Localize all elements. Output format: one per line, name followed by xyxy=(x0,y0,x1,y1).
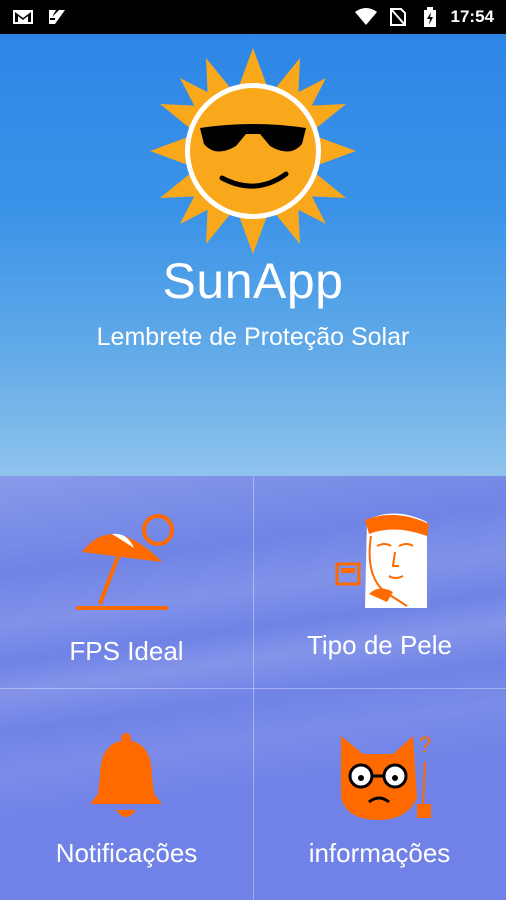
bell-icon xyxy=(88,732,164,829)
menu-item-fps-ideal[interactable]: FPS Ideal xyxy=(0,476,253,688)
menu-item-notificacoes[interactable]: Notificações xyxy=(0,688,253,900)
no-sim-icon xyxy=(387,7,409,27)
grid-divider-horizontal xyxy=(0,688,506,689)
gmail-icon xyxy=(12,7,34,27)
cat-glasses-icon: ? xyxy=(337,732,437,829)
menu-item-label: Notificações xyxy=(55,838,198,868)
menu-item-informacoes[interactable]: ? informações xyxy=(253,688,506,900)
battery-charging-icon xyxy=(419,7,441,27)
sun-with-sunglasses-icon xyxy=(148,46,358,256)
notification-icon xyxy=(46,7,68,27)
menu-item-label: FPS Ideal xyxy=(69,636,184,666)
menu-grid: FPS Ideal Tipo de Pele Notificações ? in… xyxy=(0,476,506,900)
menu-item-tipo-de-pele[interactable]: Tipo de Pele xyxy=(253,476,506,688)
menu-item-label: Tipo de Pele xyxy=(306,630,453,660)
app-title: SunApp xyxy=(162,253,344,309)
clock: 17:54 xyxy=(450,7,494,26)
woman-face-icon xyxy=(335,506,435,621)
beach-umbrella-icon xyxy=(72,512,182,617)
app-header: SunApp Lembrete de Proteção Solar xyxy=(0,34,506,476)
app-subtitle: Lembrete de Proteção Solar xyxy=(96,323,410,351)
svg-text:?: ? xyxy=(419,732,431,757)
status-bar: 17:54 xyxy=(0,0,506,34)
menu-item-label: informações xyxy=(308,838,451,868)
wifi-icon xyxy=(354,7,377,27)
